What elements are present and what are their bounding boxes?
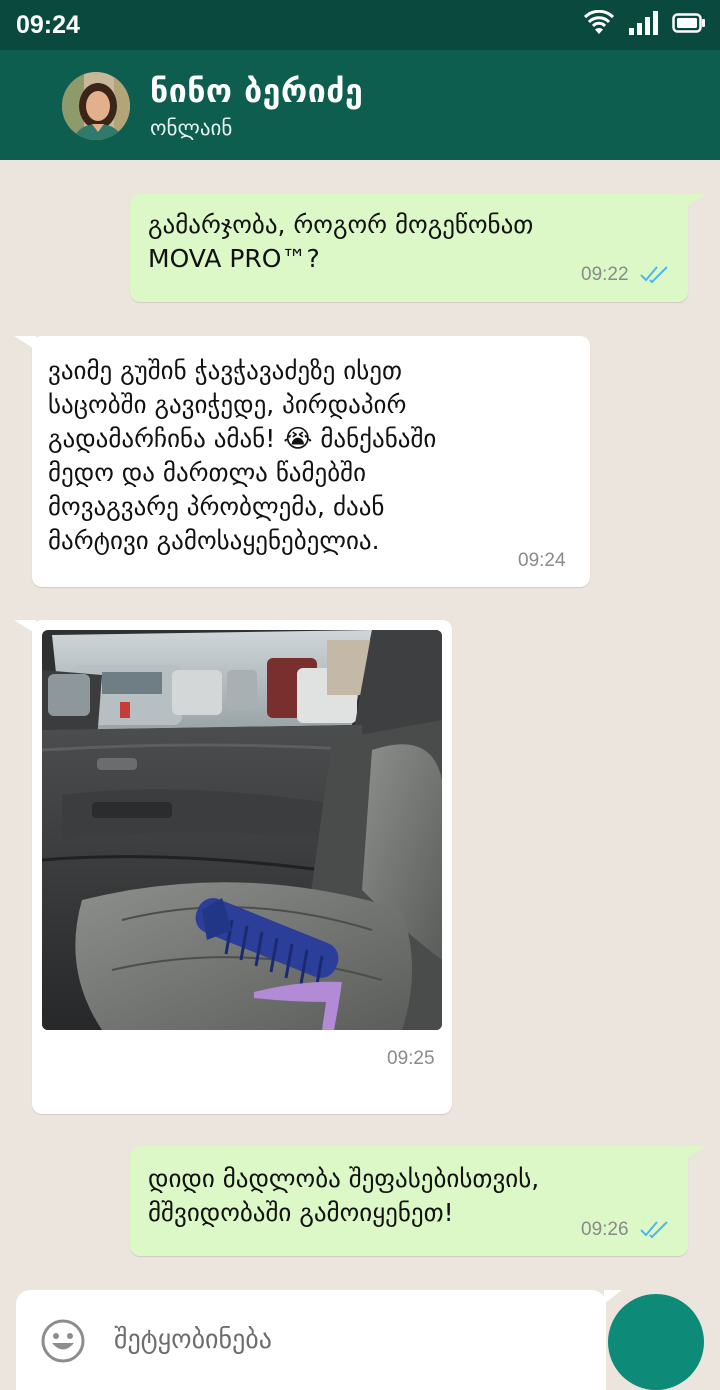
car-seat-photo[interactable] <box>42 630 442 1030</box>
emoji-icon[interactable] <box>40 1318 86 1364</box>
bubble-tail <box>684 194 706 208</box>
message-text: გამარჯობა, როგორ მოგეწონათ MOVA PRO™? <box>148 210 534 273</box>
signal-icon <box>629 11 658 35</box>
contact-name: ნინო ბერიძე <box>150 72 364 110</box>
status-bar: 09:24 <box>0 0 720 50</box>
bubble-tail <box>684 1146 706 1160</box>
message-bubble-outgoing[interactable]: დიდი მადლობა შეფასებისთვის, მშვიდობაში გ… <box>130 1146 706 1256</box>
avatar-icon[interactable] <box>60 70 132 142</box>
status-icons <box>584 10 706 36</box>
chat-header[interactable]: ნინო ბერიძე ონლაინ <box>0 50 720 160</box>
message-bubble-image[interactable]: 09:25 <box>14 620 452 1114</box>
message-bubble-incoming[interactable]: ვაიმე გუშინ ჭავჭავაძეზე ისეთ საცობში გავ… <box>14 336 590 587</box>
contact-status: ონლაინ <box>150 116 233 140</box>
bubble-tail <box>14 620 36 634</box>
send-button[interactable] <box>608 1294 704 1390</box>
message-time: 09:26 <box>581 1219 629 1240</box>
message-text: დიდი მადლობა შეფასებისთვის, მშვიდობაში გ… <box>148 1164 540 1227</box>
status-time: 09:24 <box>16 11 80 39</box>
composer-tail <box>604 1290 622 1304</box>
read-ticks-icon <box>640 266 668 284</box>
message-time: 09:24 <box>518 550 566 571</box>
message-bubble-outgoing[interactable]: გამარჯობა, როგორ მოგეწონათ MOVA PRO™? 09… <box>130 194 706 302</box>
battery-icon <box>672 13 705 33</box>
message-time: 09:25 <box>387 1048 435 1069</box>
message-input[interactable] <box>114 1318 574 1362</box>
message-time: 09:22 <box>581 264 629 285</box>
bubble-tail <box>14 336 36 350</box>
read-ticks-icon <box>640 1221 668 1239</box>
message-composer <box>16 1290 622 1390</box>
wifi-icon <box>584 10 614 34</box>
message-text: ვაიმე გუშინ ჭავჭავაძეზე ისეთ საცობში გავ… <box>48 356 437 555</box>
